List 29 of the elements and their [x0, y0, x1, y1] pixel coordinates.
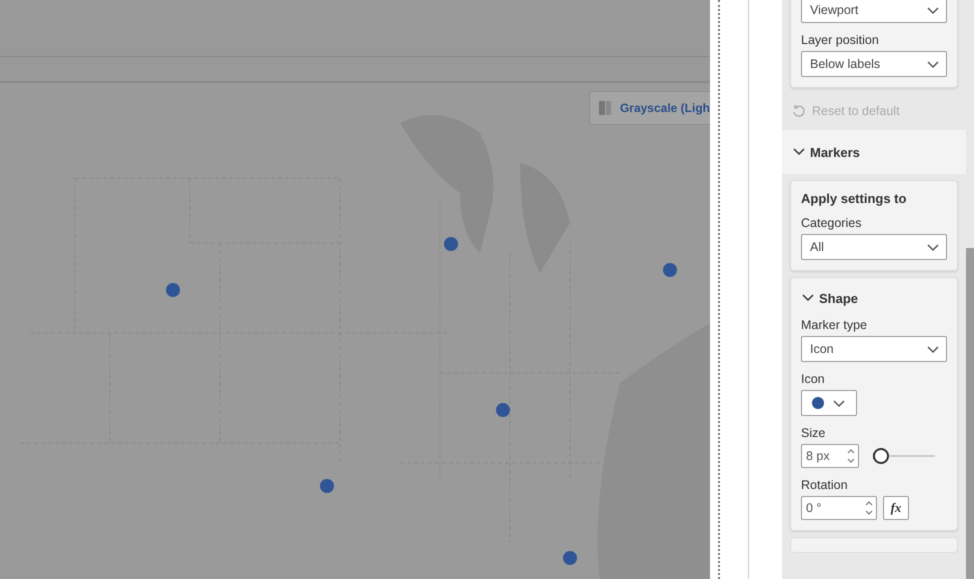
rotation-spinner[interactable]: 0 °	[801, 496, 877, 520]
card-title: Apply settings to	[801, 191, 908, 206]
map-marker	[663, 263, 677, 277]
map-marker	[166, 283, 180, 297]
size-spinner[interactable]: 8 px	[801, 444, 859, 468]
spinner-arrows-icon	[864, 499, 874, 517]
fx-button[interactable]: fx	[883, 496, 909, 520]
dropdown[interactable]: Below labels	[801, 51, 947, 77]
field-label: Layer position	[801, 33, 880, 47]
map-marker	[320, 479, 334, 493]
layers-icon	[598, 100, 612, 116]
card-header[interactable]: Shape	[801, 288, 947, 308]
section-header[interactable]: Markers	[782, 130, 966, 174]
field-label: Marker type	[801, 318, 868, 332]
map-marker	[444, 237, 458, 251]
reset-icon	[792, 104, 806, 118]
slider-thumb[interactable]	[872, 448, 889, 464]
scrollbar-thumb[interactable]	[966, 248, 974, 579]
map-marker	[563, 551, 577, 565]
icon-picker[interactable]	[801, 390, 857, 416]
field-label: Icon	[801, 372, 826, 386]
dropdown[interactable]: Viewport	[801, 0, 947, 23]
dropdown[interactable]: All	[801, 234, 947, 260]
field-label: Size	[801, 426, 826, 440]
spinner-arrows-icon	[846, 447, 856, 465]
map-marker	[496, 403, 510, 417]
field-label: Rotation	[801, 478, 849, 492]
field-label: Categories	[801, 216, 862, 230]
dropdown[interactable]: Icon	[801, 336, 947, 362]
